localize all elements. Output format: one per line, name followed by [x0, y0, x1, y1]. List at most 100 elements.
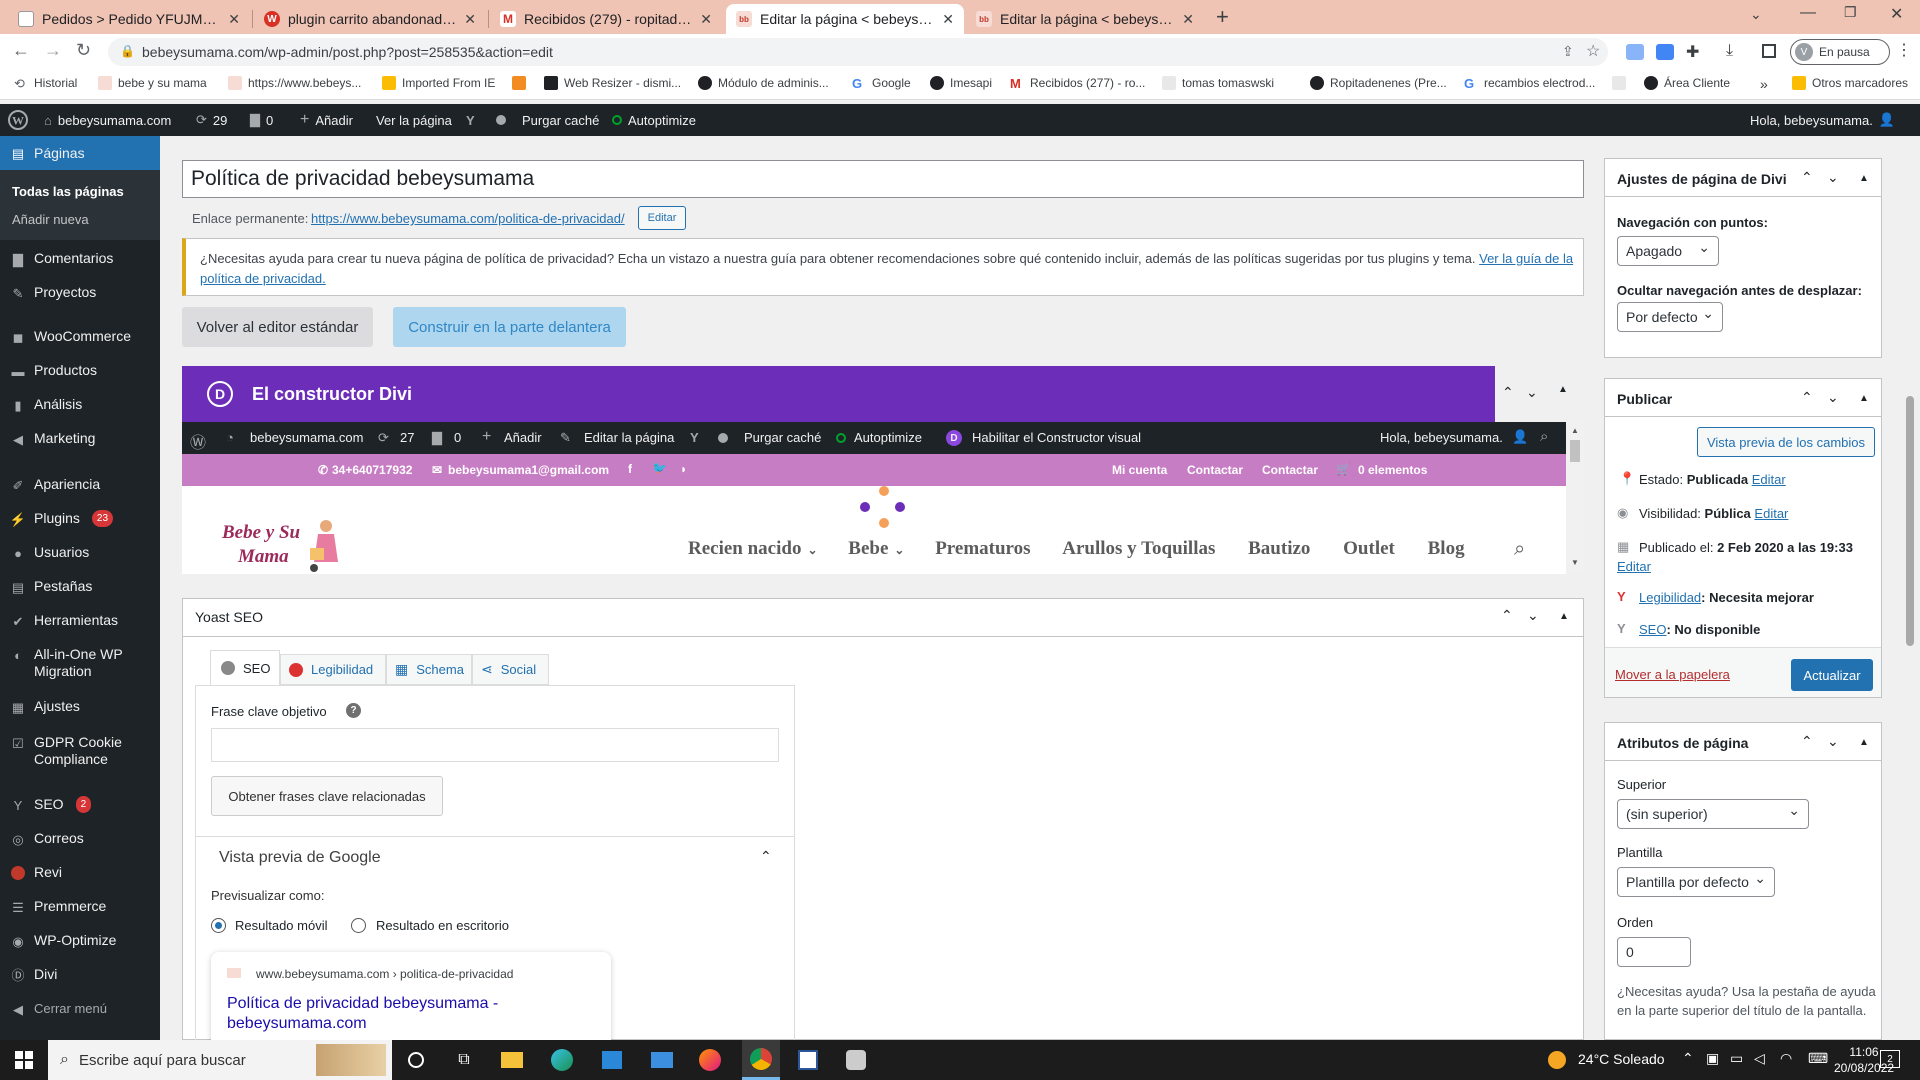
bookmark-star-icon[interactable]: ☆	[1586, 41, 1600, 61]
bookmark-item[interactable]: Grecambios electrod...	[1464, 76, 1595, 91]
nav-recien-nacido[interactable]: Recien nacido	[688, 538, 801, 559]
edit-permalink-button[interactable]: Editar	[638, 206, 686, 230]
sidebar-item-revi[interactable]: Revi	[0, 864, 160, 881]
facebook-icon[interactable]: f	[628, 462, 632, 476]
parent-select[interactable]: (sin superior)	[1617, 799, 1809, 829]
preview-purge[interactable]: Purgar caché	[744, 430, 821, 445]
focus-keyphrase-input[interactable]	[211, 728, 779, 762]
contact-link-2[interactable]: Contactar	[1262, 463, 1318, 477]
purge-cache-label[interactable]: Purgar caché	[522, 104, 599, 136]
related-keyphrases-button[interactable]: Obtener frases clave relacionadas	[211, 776, 443, 816]
guide-link[interactable]: Ver la guía de la	[1479, 251, 1573, 266]
edge-icon[interactable]	[550, 1048, 574, 1072]
sidebar-item-analytics[interactable]: ▮ Análisis	[0, 396, 160, 413]
bookmark-item[interactable]	[512, 76, 526, 90]
new-tab-icon[interactable]: +	[1216, 4, 1229, 30]
preview-edit-page[interactable]: Editar la página	[584, 430, 674, 445]
close-tab-icon[interactable]: ✕	[464, 11, 476, 28]
help-icon[interactable]: ?	[346, 703, 361, 718]
yoast-icon[interactable]: Y	[466, 104, 475, 136]
sidebar-item-tools[interactable]: ✔ Herramientas	[0, 612, 160, 629]
firefox-icon[interactable]	[698, 1048, 722, 1072]
move-up-icon[interactable]: ⌃	[1501, 607, 1513, 624]
bookmark-item[interactable]: Área Cliente	[1644, 76, 1730, 90]
dots-nav-select[interactable]: Apagado	[1617, 236, 1719, 266]
edit-visibility-link[interactable]: Editar	[1754, 506, 1788, 521]
sidebar-item-appearance[interactable]: ✐ Apariencia	[0, 476, 160, 493]
preview-updates[interactable]: 27	[400, 430, 414, 445]
yoast-icon[interactable]: Y	[690, 430, 699, 445]
bookmark-item[interactable]: Web Resizer - dismi...	[544, 76, 681, 90]
snippet-title[interactable]: Política de privacidad bebeysumama - beb…	[227, 994, 498, 1034]
site-email[interactable]: bebeysumama1@gmail.com	[448, 463, 609, 477]
updates-link[interactable]: ⟳ 29	[196, 104, 227, 136]
add-new-link[interactable]: + Añadir	[300, 104, 353, 136]
tab-search-icon[interactable]: ⌄	[1750, 6, 1762, 23]
sidebar-item-products[interactable]: ▬ Productos	[0, 362, 160, 379]
sidebar-item-pages[interactable]: ▤ Páginas	[0, 136, 160, 170]
minimize-icon[interactable]: —	[1800, 4, 1816, 22]
search-icon[interactable]: ⌕	[1540, 428, 1548, 445]
bookmark-item[interactable]: Módulo de adminis...	[698, 76, 829, 90]
back-to-standard-editor-button[interactable]: Volver al editor estándar	[182, 307, 373, 347]
edit-status-link[interactable]: Editar	[1752, 472, 1786, 487]
cortana-icon[interactable]	[404, 1048, 428, 1072]
browser-tab-1[interactable]: Pedidos > Pedido YFUJMTZWY d ✕	[8, 4, 250, 34]
wifi-icon[interactable]: ◠	[1780, 1050, 1792, 1067]
move-up-icon[interactable]: ⌃	[1502, 384, 1514, 401]
browser-menu-icon[interactable]: ⋮	[1896, 40, 1912, 60]
my-account-link[interactable]: Mi cuenta	[1112, 463, 1167, 477]
move-to-trash-link[interactable]: Mover a la papelera	[1615, 667, 1730, 682]
nav-blog[interactable]: Blog	[1428, 538, 1465, 559]
submenu-all-pages[interactable]: Todas las páginas	[12, 184, 124, 199]
store-icon[interactable]	[600, 1048, 624, 1072]
move-down-icon[interactable]: ⌄	[1527, 607, 1539, 624]
app-icon[interactable]	[844, 1048, 868, 1072]
preview-changes-button[interactable]: Vista previa de los cambios	[1697, 427, 1875, 457]
google-preview-title[interactable]: Vista previa de Google	[219, 849, 381, 867]
bookmark-item[interactable]: ⟲ Historial	[14, 76, 77, 91]
sidebar-item-mail[interactable]: ◎ Correos	[0, 830, 160, 847]
purge-cache-link[interactable]	[496, 104, 506, 136]
sidebar-item-plugins[interactable]: ⚡ Plugins 23	[0, 510, 160, 527]
tab-social[interactable]: ⋖ Social	[472, 654, 549, 685]
translate-extension-icon[interactable]	[1656, 44, 1674, 60]
nav-bautizo[interactable]: Bautizo	[1248, 538, 1310, 559]
toggle-panel-icon[interactable]: ▲	[1859, 173, 1869, 184]
side-panel-icon[interactable]	[1762, 44, 1776, 58]
sidebar-item-tabs[interactable]: ▤ Pestañas	[0, 578, 160, 595]
sidebar-item-divi[interactable]: Ⓓ Divi	[0, 966, 160, 983]
preview-greeting[interactable]: Hola, bebeysumama.	[1380, 430, 1503, 445]
download-icon[interactable]: ⤓	[1726, 42, 1733, 60]
tab-readability[interactable]: Legibilidad	[280, 654, 386, 685]
nav-prematuros[interactable]: Prematuros	[935, 538, 1030, 559]
browser-tab-4-active[interactable]: bb Editar la página < bebeysumama ✕	[726, 4, 964, 34]
keyboard-icon[interactable]: ⌨	[1808, 1050, 1828, 1067]
toggle-panel-icon[interactable]: ▲	[1859, 737, 1869, 748]
account-menu[interactable]: Hola, bebeysumama. 👤	[1750, 104, 1895, 136]
move-down-icon[interactable]: ⌄	[1526, 384, 1538, 401]
close-tab-icon[interactable]: ✕	[942, 11, 954, 28]
preview-comments[interactable]: 0	[454, 430, 461, 445]
volume-icon[interactable]: ◁	[1754, 1050, 1765, 1067]
sidebar-item-marketing[interactable]: ◀ Marketing	[0, 430, 160, 447]
restore-icon[interactable]: ❐	[1844, 4, 1857, 21]
enable-visual-builder[interactable]: Habilitar el Constructor visual	[972, 430, 1141, 445]
move-down-icon[interactable]: ⌄	[1827, 389, 1839, 406]
word-icon[interactable]	[796, 1048, 820, 1072]
view-page-link[interactable]: Ver la página	[376, 104, 452, 136]
contact-link[interactable]: Contactar	[1187, 463, 1243, 477]
close-tab-icon[interactable]: ✕	[700, 11, 712, 28]
page-scrollbar[interactable]	[1902, 136, 1920, 1040]
nav-outlet[interactable]: Outlet	[1343, 538, 1395, 559]
meet-icon[interactable]: ▣	[1706, 1050, 1719, 1067]
sidebar-item-wp-optimize[interactable]: ◉ WP-Optimize	[0, 932, 160, 949]
bookmark-item[interactable]: https://www.bebeys...	[228, 76, 361, 90]
sidebar-item-gdpr[interactable]: ☑ GDPR Cookie Compliance	[0, 734, 160, 768]
toggle-panel-icon[interactable]: ▲	[1859, 393, 1869, 404]
sidebar-item-users[interactable]: ● Usuarios	[0, 544, 160, 561]
bookmark-item[interactable]: tomas tomaswski	[1162, 76, 1274, 90]
hide-nav-select[interactable]: Por defecto	[1617, 302, 1723, 332]
collapse-menu[interactable]: ◀ Cerrar menú	[0, 1000, 160, 1017]
build-frontend-button[interactable]: Construir en la parte delantera	[393, 307, 626, 347]
